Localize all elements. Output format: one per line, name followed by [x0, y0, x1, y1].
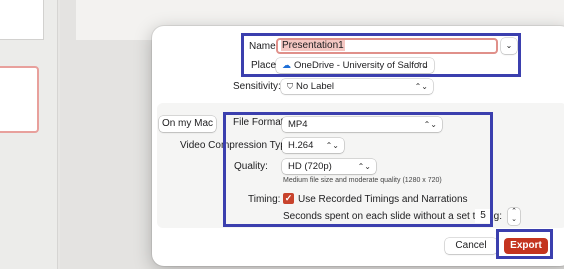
compression-popup[interactable]: H.264 ⌃⌄	[282, 138, 344, 153]
stepper-down-icon[interactable]: ⌄	[508, 216, 520, 224]
file-format-popup[interactable]: MP4 ⌃⌄	[282, 117, 442, 132]
file-format-label: File Format:	[233, 117, 287, 128]
stepper-up-icon[interactable]: ⌃	[508, 208, 520, 216]
shield-icon: ⛉	[287, 82, 293, 91]
updown-chevron-icon: ⌃⌄	[423, 120, 437, 129]
checkmark-icon: ✓	[284, 193, 293, 203]
sensitivity-popup[interactable]: ⛉ No Label ⌃⌄	[281, 79, 433, 94]
name-input[interactable]: Presentation1	[276, 38, 498, 54]
seconds-input[interactable]: 5	[475, 209, 491, 223]
quality-hint: Medium file size and moderate quality (1…	[283, 177, 442, 184]
export-button[interactable]: Export	[504, 238, 548, 254]
sensitivity-label: Sensitivity:	[233, 81, 281, 92]
place-label: Place:	[251, 60, 279, 71]
export-label: Export	[510, 240, 542, 251]
place-popup[interactable]: ☁ OneDrive - University of Salford ⌃⌄	[276, 58, 434, 73]
name-label: Name:	[249, 41, 279, 52]
slide-thumbnail-pane	[0, 0, 58, 269]
updown-chevron-icon: ⌃⌄	[414, 82, 428, 91]
timing-checkbox[interactable]: ✓	[283, 193, 294, 204]
updown-chevron-icon: ⌃⌄	[357, 162, 371, 171]
seconds-stepper[interactable]: ⌃ ⌄	[508, 208, 520, 225]
on-my-mac-button[interactable]: On my Mac	[159, 116, 216, 132]
cloud-icon: ☁	[282, 60, 291, 70]
expand-dialog-button[interactable]: ⌄	[501, 38, 517, 54]
sensitivity-value: No Label	[296, 81, 335, 92]
on-my-mac-label: On my Mac	[161, 118, 214, 129]
cancel-button[interactable]: Cancel	[445, 238, 497, 254]
place-value: OneDrive - University of Salford	[294, 60, 428, 71]
file-format-value: MP4	[288, 119, 308, 130]
timing-label: Timing:	[248, 194, 281, 205]
chevron-down-icon: ⌄	[505, 41, 513, 50]
updown-chevron-icon: ⌃⌄	[415, 61, 429, 70]
selected-slide-thumbnail[interactable]	[0, 66, 39, 133]
slide-thumbnail[interactable]	[0, 0, 44, 40]
quality-value: HD (720p)	[288, 161, 332, 172]
timing-checkbox-label: Use Recorded Timings and Narrations	[298, 194, 468, 205]
export-dialog: Name: Presentation1 ⌄ Place: ☁ OneDrive -…	[152, 26, 564, 266]
updown-chevron-icon: ⌃⌄	[325, 141, 339, 150]
compression-label: Video Compression Type:	[180, 140, 295, 151]
quality-popup[interactable]: HD (720p) ⌃⌄	[282, 159, 376, 174]
quality-label: Quality:	[234, 161, 268, 172]
cancel-label: Cancel	[455, 240, 487, 251]
compression-value: H.264	[288, 140, 314, 151]
seconds-label: Seconds spent on each slide without a se…	[283, 211, 503, 222]
name-input-value: Presentation1	[281, 40, 345, 51]
